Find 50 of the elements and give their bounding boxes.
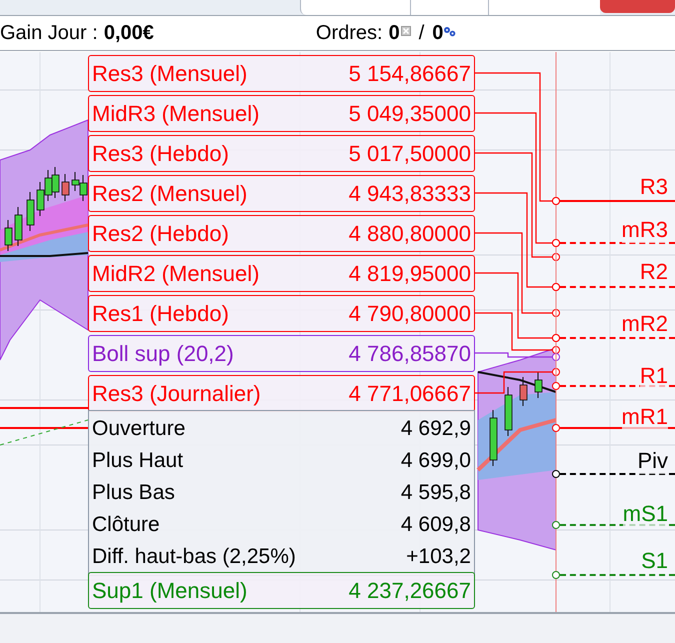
level-value: 5 049,35000 — [348, 100, 471, 128]
orders-icon[interactable] — [400, 26, 411, 36]
tab-button[interactable] — [410, 0, 488, 15]
level-value: 4 786,85870 — [348, 340, 471, 368]
orders-separator: / — [418, 21, 424, 46]
level-value: 4 819,95000 — [348, 260, 471, 288]
level-value: 4 771,06667 — [348, 380, 471, 408]
tooltip-value: 4 595,8 — [400, 480, 471, 506]
level-name: Boll sup (20,2) — [92, 340, 234, 368]
level-name: Res3 (Mensuel) — [92, 60, 248, 88]
level-name: MidR3 (Mensuel) — [92, 100, 260, 128]
level-name: Sup1 (Mensuel) — [92, 577, 248, 605]
level-value: 4 880,80000 — [348, 220, 471, 248]
tooltip-value: 4 692,9 — [400, 416, 471, 442]
tooltip-value: 4 609,8 — [400, 512, 471, 538]
tooltip-label: Plus Bas — [92, 480, 175, 506]
candle — [14, 206, 22, 246]
candle — [490, 410, 498, 466]
tooltip-value: 4 699,0 — [400, 448, 471, 474]
tooltip-label: Diff. haut-bas (2,25%) — [92, 544, 296, 570]
level-value: 4 237,26667 — [348, 577, 471, 605]
level-name: Res1 (Hebdo) — [92, 300, 229, 328]
pending-orders-count: 0 — [432, 21, 444, 46]
action-button[interactable] — [600, 0, 675, 13]
level-value: 5 154,86667 — [348, 60, 471, 88]
level-value: 4 790,80000 — [348, 300, 471, 328]
daily-gain-value: 0,00€ — [104, 21, 154, 46]
tooltip-label: Clôture — [92, 512, 160, 538]
level-name: Res2 (Mensuel) — [92, 180, 248, 208]
level-value: 5 017,50000 — [348, 140, 471, 168]
tooltip-label: Plus Haut — [92, 448, 184, 474]
tooltip-label: Ouverture — [92, 416, 186, 442]
level-name: Res2 (Hebdo) — [92, 220, 229, 248]
level-value: 4 943,83333 — [348, 180, 471, 208]
candle — [26, 192, 34, 232]
tab-button[interactable] — [488, 0, 600, 15]
candle — [520, 376, 528, 406]
candle — [4, 220, 12, 252]
tab-button[interactable] — [300, 0, 410, 15]
daily-gain-label: Gain Jour : — [0, 21, 98, 46]
settings-icon[interactable] — [443, 26, 456, 36]
orders-count: 0 — [388, 21, 400, 46]
level-name: Res3 (Journalier) — [92, 380, 261, 408]
candle — [62, 174, 70, 202]
level-name: Res3 (Hebdo) — [92, 140, 229, 168]
orders-label: Ordres: — [316, 21, 383, 46]
tooltip-value: +103,2 — [406, 544, 471, 570]
level-name: MidR2 (Mensuel) — [92, 260, 260, 288]
candle — [534, 372, 542, 398]
candle — [504, 386, 512, 436]
